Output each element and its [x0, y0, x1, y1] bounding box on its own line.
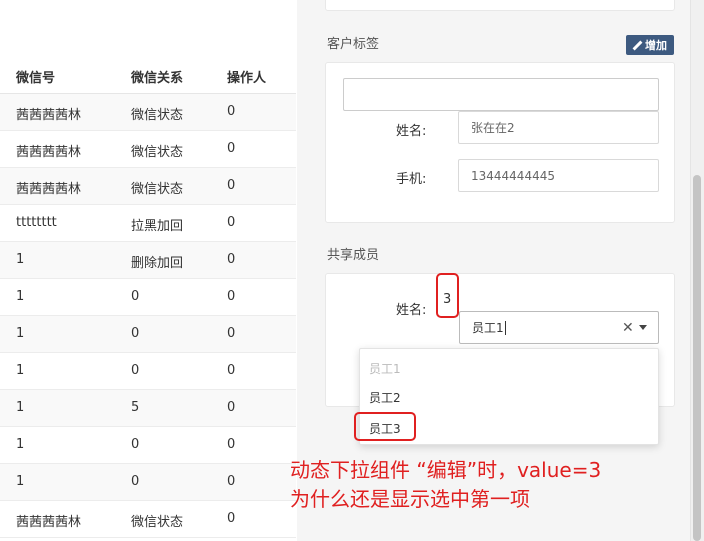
table-cell: 1	[16, 252, 25, 267]
table-row[interactable]: 1 5 0	[0, 390, 296, 427]
table-cell: 0	[227, 178, 236, 193]
annotation-box-option	[354, 412, 416, 441]
add-tag-label: 增加	[645, 39, 667, 52]
column-header-wechat-id[interactable]: 微信号	[16, 67, 55, 86]
name-field[interactable]: 张在在2	[458, 111, 659, 144]
table-cell: 微信状态	[131, 182, 184, 197]
table-cell: 0	[131, 437, 140, 452]
table-row[interactable]: tttttttt 拉黑加回 0	[0, 205, 296, 242]
table-cell: 0	[227, 215, 236, 230]
table-row[interactable]: 1 0 0	[0, 279, 296, 316]
shared-members-title: 共享成员	[327, 248, 380, 263]
table-row[interactable]: 茜茜茜茜林 微信状态 0	[0, 94, 296, 131]
column-header-operator[interactable]: 操作人	[227, 67, 266, 86]
text-cursor	[504, 320, 506, 335]
pencil-icon	[633, 41, 642, 50]
table-cell: 0	[227, 511, 236, 526]
table-cell: 删除加回	[131, 256, 184, 271]
phone-label: 手机:	[396, 172, 427, 187]
table-cell: 微信状态	[131, 108, 184, 123]
table-cell: 1	[16, 326, 25, 341]
annotation-line-2: 为什么还是显示选中第一项	[290, 487, 530, 511]
phone-value: 13444444445	[471, 168, 555, 183]
table-cell: 1	[16, 437, 25, 452]
table-cell: 5	[131, 400, 140, 415]
table-cell: 1	[16, 289, 25, 304]
table-cell: 茜茜茜茜林	[16, 145, 82, 160]
table-cell: 0	[227, 289, 236, 304]
data-table: 微信号 微信关系 操作人 茜茜茜茜林 微信状态 0 茜茜茜茜林 微信状态 0 茜茜茜茜林 微信…	[0, 0, 296, 541]
table-row[interactable]: 1 0 0	[0, 427, 296, 464]
clear-icon[interactable]: ✕	[622, 320, 634, 336]
table-cell: 0	[227, 474, 236, 489]
table-cell: 茜茜茜茜林	[16, 515, 82, 530]
table-cell: tttttttt	[16, 215, 57, 230]
column-header-wechat-relation[interactable]: 微信关系	[131, 67, 183, 86]
table-cell: 微信状态	[131, 515, 184, 530]
table-row[interactable]: 茜茜茜茜林 微信状态 0	[0, 131, 296, 168]
chevron-down-icon[interactable]	[639, 325, 647, 330]
table-row[interactable]: 1 0 0	[0, 464, 296, 501]
scrollbar-thumb[interactable]	[693, 175, 701, 541]
table-cell: 茜茜茜茜林	[16, 182, 82, 197]
table-cell: 1	[16, 474, 25, 489]
table-row[interactable]: 1 删除加回 0	[0, 242, 296, 279]
table-cell: 0	[227, 104, 236, 119]
table-cell: 0	[227, 141, 236, 156]
table-cell: 0	[131, 289, 140, 304]
table-cell: 0	[227, 437, 236, 452]
add-tag-button[interactable]: 增加	[626, 35, 674, 55]
table-cell: 0	[227, 326, 236, 341]
table-row[interactable]: 茜茜茜茜林 微信状态 0	[0, 168, 296, 205]
member-select-value: 员工1	[472, 321, 504, 335]
customer-tags-title: 客户标签	[327, 37, 380, 52]
annotation-box-value	[436, 273, 459, 318]
dropdown-option[interactable]: 员工1	[369, 360, 401, 377]
top-card-remnant	[325, 0, 675, 11]
table-cell: 0	[227, 252, 236, 267]
dropdown-option[interactable]: 员工2	[369, 389, 401, 406]
member-name-label: 姓名:	[396, 303, 427, 318]
phone-field[interactable]: 13444444445	[458, 159, 659, 192]
tag-input[interactable]	[343, 78, 659, 111]
table-cell: 0	[227, 363, 236, 378]
table-row[interactable]: 1 0 0	[0, 316, 296, 353]
table-cell: 0	[131, 474, 140, 489]
table-cell: 0	[131, 326, 140, 341]
table-cell: 茜茜茜茜林	[16, 108, 82, 123]
name-label: 姓名:	[396, 124, 427, 139]
name-value: 张在在2	[471, 121, 515, 135]
table-cell: 微信状态	[131, 145, 184, 160]
annotation-line-1: 动态下拉组件 “编辑”时，value=3	[290, 458, 602, 482]
table-cell: 1	[16, 400, 25, 415]
table-header: 微信号 微信关系 操作人	[0, 56, 296, 94]
table-cell: 拉黑加回	[131, 219, 184, 234]
table-cell: 1	[16, 363, 25, 378]
table-row[interactable]: 1 0 0	[0, 353, 296, 390]
annotation-text: 动态下拉组件 “编辑”时，value=3 为什么还是显示选中第一项	[290, 456, 601, 514]
table-row[interactable]: 茜茜茜茜林 微信状态 0	[0, 501, 296, 538]
table-cell: 0	[131, 363, 140, 378]
table-cell: 0	[227, 400, 236, 415]
